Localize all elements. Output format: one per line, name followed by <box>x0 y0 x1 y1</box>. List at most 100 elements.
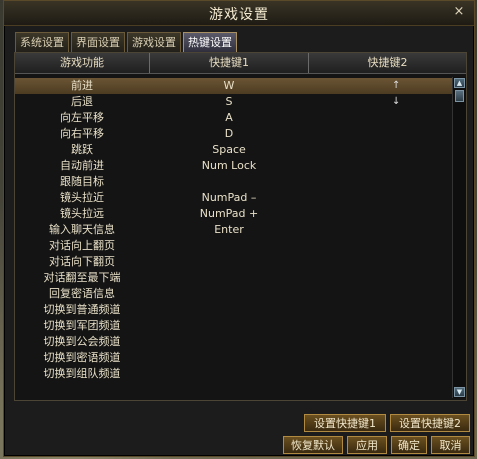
function-cell: 输入聊天信息 <box>49 223 115 236</box>
table-body: 前进 W ↑ 后退 S ↓ 向左平移 A 向右平移 D 跳跃 Space 自动前进 Num Lock 跟随目… <box>15 78 460 382</box>
hotkey2-cell <box>309 110 461 126</box>
hotkey2-cell <box>309 286 461 302</box>
hotkey1-cell <box>150 366 308 382</box>
tab-system-settings[interactable]: 系统设置 <box>15 32 69 53</box>
function-cell: 回复密语信息 <box>49 287 115 300</box>
function-cell: 切换到密语频道 <box>43 351 121 364</box>
restore-default-button[interactable]: 恢复默认 <box>283 436 343 454</box>
table-header: 游戏功能 快捷键1 快捷键2 <box>15 53 466 74</box>
hotkey1-cell: S <box>225 95 233 108</box>
hotkey2-cell <box>309 78 461 94</box>
tab-bar: 系统设置 界面设置 游戏设置 热键设置 <box>15 32 237 53</box>
cancel-button[interactable]: 取消 <box>431 436 470 454</box>
scroll-up-icon[interactable]: ▲ <box>454 78 465 88</box>
vertical-scrollbar[interactable]: ▲ ▼ <box>452 77 466 398</box>
function-cell: 切换到军团频道 <box>43 319 121 332</box>
tab-interface-settings[interactable]: 界面设置 <box>71 32 125 53</box>
hotkey1-cell <box>150 302 308 318</box>
table-row[interactable]: 自动前进 Num Lock <box>15 158 460 174</box>
function-cell: 对话向下翻页 <box>49 255 115 268</box>
hotkey1-cell: W <box>223 79 235 92</box>
table-row[interactable]: 输入聊天信息 Enter <box>15 222 460 238</box>
hotkey1-cell: NumPad – <box>201 191 257 204</box>
table-row[interactable]: 向左平移 A <box>15 110 460 126</box>
hotkey2-cell <box>309 270 461 286</box>
function-cell: 跟随目标 <box>60 175 104 188</box>
hotkey2-cell <box>309 318 461 334</box>
hotkey1-cell: A <box>225 111 233 124</box>
table-row[interactable]: 对话翻至最下端 <box>15 270 460 286</box>
tab-game-settings[interactable]: 游戏设置 <box>127 32 181 53</box>
hotkey2-cell <box>309 206 461 222</box>
function-cell: 跳跃 <box>71 143 93 156</box>
function-cell: 切换到普通频道 <box>43 303 121 316</box>
function-cell: 对话翻至最下端 <box>43 271 121 284</box>
hotkey2-cell <box>309 126 461 142</box>
table-row[interactable]: 镜头拉远 NumPad + <box>15 206 460 222</box>
table-row[interactable]: 前进 W ↑ <box>15 78 460 94</box>
hotkey2-cell <box>309 190 461 206</box>
function-cell: 镜头拉近 <box>60 191 104 204</box>
table-row[interactable]: 镜头拉近 NumPad – <box>15 190 460 206</box>
hotkey2-cell <box>309 238 461 254</box>
hotkey1-cell: Enter <box>214 223 244 236</box>
column-header-key2: 快捷键2 <box>367 56 408 69</box>
table-row[interactable]: 切换到军团频道 <box>15 318 460 334</box>
set-hotkey2-button[interactable]: 设置快捷键2 <box>390 414 470 432</box>
hotkey1-cell <box>150 238 308 254</box>
table-row[interactable]: 切换到密语频道 <box>15 350 460 366</box>
settings-dialog: 游戏设置 × 系统设置 界面设置 游戏设置 热键设置 游戏功能 快捷键1 快捷键… <box>3 0 475 457</box>
function-cell: 向左平移 <box>60 111 104 124</box>
table-row[interactable]: 对话向上翻页 <box>15 238 460 254</box>
hotkey1-cell: NumPad + <box>199 207 259 220</box>
hotkey2-cell <box>309 350 461 366</box>
table-row[interactable]: 后退 S ↓ <box>15 94 460 110</box>
scroll-down-icon[interactable]: ▼ <box>454 387 465 397</box>
scroll-thumb[interactable] <box>455 90 464 102</box>
hotkey1-cell <box>150 270 308 286</box>
ok-button[interactable]: 确定 <box>391 436 427 454</box>
title-bar: 游戏设置 × <box>4 1 474 26</box>
hotkey1-cell <box>150 254 308 270</box>
tab-hotkey-settings[interactable]: 热键设置 <box>183 32 237 53</box>
hotkey2-cell <box>309 366 461 382</box>
table-row[interactable]: 跳跃 Space <box>15 142 460 158</box>
function-cell: 切换到公会频道 <box>43 335 121 348</box>
hotkey1-cell <box>150 334 308 350</box>
table-row[interactable]: 跟随目标 <box>15 174 460 190</box>
hotkey1-cell: D <box>224 127 234 140</box>
function-cell: 对话向上翻页 <box>49 239 115 252</box>
function-cell: 向右平移 <box>60 127 104 140</box>
function-cell: 前进 <box>71 79 93 92</box>
function-cell: 后退 <box>71 95 93 108</box>
table-row[interactable]: 切换到普通频道 <box>15 302 460 318</box>
hotkey1-cell <box>150 286 308 302</box>
function-cell: 自动前进 <box>60 159 104 172</box>
hotkey2-cell <box>309 222 461 238</box>
function-cell: 切换到组队频道 <box>43 367 121 380</box>
close-icon[interactable]: × <box>452 4 466 20</box>
set-hotkey1-button[interactable]: 设置快捷键1 <box>304 414 386 432</box>
hotkey1-cell: Space <box>212 143 246 156</box>
hotkey2-cell <box>309 254 461 270</box>
column-header-key1: 快捷键1 <box>150 53 309 73</box>
table-row[interactable]: 对话向下翻页 <box>15 254 460 270</box>
table-row[interactable]: 切换到组队频道 <box>15 366 460 382</box>
column-header-function: 游戏功能 <box>15 53 150 73</box>
hotkey2-cell <box>309 302 461 318</box>
table-row[interactable]: 切换到公会频道 <box>15 334 460 350</box>
hotkey2-cell <box>309 142 461 158</box>
hotkey1-cell <box>150 318 308 334</box>
hotkey2-cell <box>309 334 461 350</box>
hotkey1-cell <box>150 350 308 366</box>
hotkey2-cell <box>309 174 461 190</box>
table-row[interactable]: 回复密语信息 <box>15 286 460 302</box>
hotkey1-cell <box>150 174 308 190</box>
function-cell: 镜头拉远 <box>60 207 104 220</box>
arrow-down-icon: ↓ <box>392 96 401 107</box>
dialog-title: 游戏设置 <box>209 7 269 23</box>
hotkey2-cell <box>309 94 461 110</box>
table-row[interactable]: 向右平移 D <box>15 126 460 142</box>
hotkey1-cell: Num Lock <box>201 159 257 172</box>
apply-button[interactable]: 应用 <box>347 436 387 454</box>
